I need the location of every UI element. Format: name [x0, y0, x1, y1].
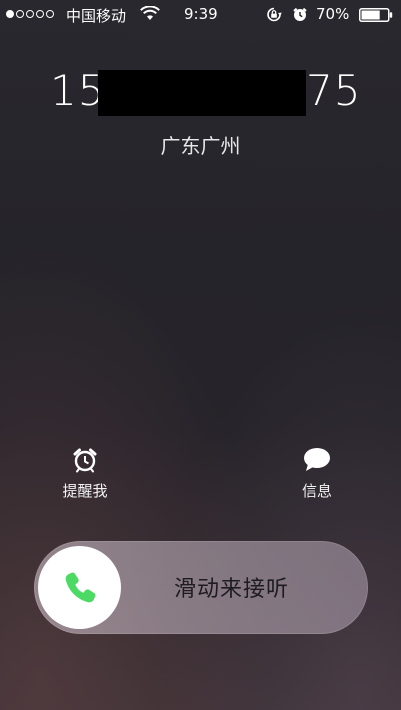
answer-slider-knob[interactable]	[38, 546, 121, 629]
message-label: 信息	[301, 482, 332, 500]
signal-dot	[6, 10, 14, 18]
signal-dot	[16, 10, 24, 18]
redacted-number-block	[98, 70, 306, 116]
alarm-clock-icon	[293, 7, 307, 21]
rotation-lock-icon	[267, 7, 282, 22]
carrier-name: 中国移动	[66, 7, 127, 25]
phone-icon	[65, 572, 95, 602]
signal-dot	[46, 10, 54, 18]
status-time: 9:39	[184, 5, 218, 23]
signal-dot	[26, 10, 34, 18]
caller-number-suffix: 75	[306, 66, 362, 115]
caller-number: 15 75	[0, 66, 401, 122]
incoming-call-screen: 中国移动 9:39 70% 15 75 广东广州 提醒我 信息 滑动来接听	[0, 0, 401, 710]
message-button[interactable]: 信息	[277, 444, 357, 501]
wifi-icon	[140, 6, 160, 20]
remind-me-label: 提醒我	[62, 482, 108, 500]
battery-icon	[359, 8, 393, 22]
signal-strength-icon	[6, 10, 54, 18]
slide-to-answer-slider[interactable]: 滑动来接听	[34, 541, 368, 634]
message-bubble-icon	[304, 448, 330, 471]
slide-to-answer-label: 滑动来接听	[174, 577, 290, 602]
battery-percentage: 70%	[316, 5, 350, 23]
caller-location: 广东广州	[160, 134, 241, 158]
alarm-clock-icon	[73, 448, 97, 473]
status-bar: 中国移动 9:39 70%	[0, 0, 401, 30]
remind-me-button[interactable]: 提醒我	[45, 444, 125, 501]
signal-dot	[36, 10, 44, 18]
